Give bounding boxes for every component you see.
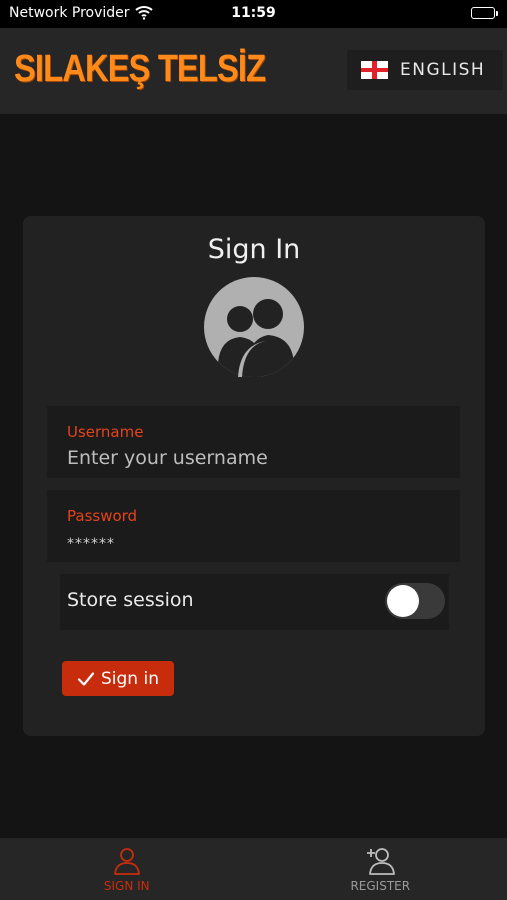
battery-icon [471,7,498,19]
username-input[interactable] [67,444,437,472]
signin-button[interactable]: Sign in [62,661,174,696]
language-label: ENGLISH [400,60,486,80]
tab-register[interactable]: REGISTER [254,838,507,900]
tab-sign-in[interactable]: SIGN IN [0,838,254,900]
password-input[interactable] [67,530,437,558]
user-plus-icon [367,848,396,875]
signin-card: Sign In Username Password Store session [23,216,485,736]
username-field: Username [47,406,460,478]
password-field: Password [47,490,460,562]
tab-register-label: REGISTER [350,879,411,893]
users-avatar-icon [204,277,304,377]
brand-logo: SILAKEŞ TELSİZ [14,48,266,90]
app-header: SILAKEŞ TELSİZ ENGLISH [0,28,507,114]
store-session-toggle[interactable] [385,583,445,619]
bottom-tab-bar: SIGN IN REGISTER [0,838,507,900]
user-icon [113,848,140,875]
username-label: Username [67,423,144,441]
password-label: Password [67,507,138,525]
tab-sign-in-label: SIGN IN [103,879,150,893]
check-icon [77,671,95,686]
language-selector[interactable]: ENGLISH [347,50,503,90]
clock: 11:59 [231,5,276,21]
status-bar: Network Provider 11:59 [0,0,507,28]
page-title: Sign In [207,234,301,265]
store-session-label: Store session [67,589,194,611]
signin-button-label: Sign in [101,668,159,689]
store-session-row: Store session [60,574,449,630]
toggle-knob [387,585,419,617]
england-flag-icon [361,61,388,79]
